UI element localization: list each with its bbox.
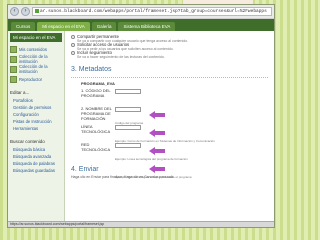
folder-icon: [10, 55, 17, 63]
lock-icon: [35, 8, 39, 13]
url-input[interactable]: ar.sunos.blackboard.com/webapps/portal/f…: [32, 7, 272, 16]
back-button[interactable]: ‹: [10, 7, 19, 16]
folder-icon: [10, 45, 17, 53]
sidebar-link-busqueda-basica[interactable]: Búsqueda básica: [10, 147, 62, 154]
sidebar-link-portafolios[interactable]: Portafolios: [10, 98, 62, 105]
field-note: Código del programa: [115, 121, 144, 125]
pointer-arrow-icon: [149, 129, 165, 137]
browser-window: ‹ › ar.sunos.blackboard.com/webapps/port…: [7, 4, 275, 228]
option-compartir[interactable]: Compartir permanente Se va a compartir co…: [71, 34, 268, 43]
folder-icon: [10, 65, 17, 73]
sidebar-link-herramientas[interactable]: Herramientas: [10, 126, 62, 133]
sidebar-item-coleccion-1[interactable]: Colección de la institución: [10, 54, 62, 64]
tab-biblioteca[interactable]: Sistema Biblioteca EVA: [118, 22, 176, 31]
codigo-input[interactable]: [115, 89, 141, 94]
field-nombre: 2. NOMBRE DEL PROGRAMA DE FORMACIÓN: [81, 106, 268, 124]
sidebar-item-label: Colección de la institución: [19, 54, 48, 64]
sidebar-link-permisos[interactable]: Gestión de permisos: [10, 105, 62, 112]
field-label: 2. NOMBRE DEL PROGRAMA DE FORMACIÓN: [81, 106, 112, 121]
sidebar-section-editar[interactable]: Editar a...: [10, 90, 62, 98]
tab-cursos[interactable]: Cursos: [11, 22, 36, 31]
address-bar: ‹ › ar.sunos.blackboard.com/webapps/port…: [8, 5, 274, 19]
sidebar-item-reproductor[interactable]: Reproductor: [10, 74, 62, 84]
url-text: ar.sunos.blackboard.com/webapps/portal/f…: [40, 9, 267, 14]
metadata-heading: PROGRAMA_EVA: [81, 81, 115, 86]
option-description: Se va a hacer seguimiento de las lectura…: [77, 55, 165, 59]
field-note: Ejemplo: Línea tecnológica del programa …: [115, 157, 188, 161]
page-content: Mi espacio en el EVA Mis contenidos Cole…: [8, 31, 274, 227]
sidebar-item-mis-contenidos[interactable]: Mis contenidos: [10, 44, 62, 54]
field-label: RED TECNOLÓGICA: [81, 142, 111, 152]
sidebar-link-busqueda-palabras[interactable]: Búsqueda de palabras: [10, 161, 62, 168]
sidebar-section-buscar[interactable]: Buscar contenido: [10, 139, 62, 147]
sidebar: Mi espacio en el EVA Mis contenidos Cole…: [8, 31, 65, 227]
sidebar-link-busqueda-avanzada[interactable]: Búsqueda avanzada: [10, 154, 62, 161]
field-note: Ejemplo: Curso de Formación en Sistemas …: [115, 139, 215, 143]
nombre-input[interactable]: [115, 107, 141, 112]
sidebar-item-label: Mis contenidos: [19, 46, 47, 52]
field-note: Ejemplo: Red tecnológica a la que perten…: [115, 175, 192, 179]
radio-button[interactable]: [71, 51, 75, 55]
field-codigo: 1. CÓDIGO DEL PROGRAMA: [81, 88, 268, 106]
course-tabs: Cursos Mi espacio en el EVA Galería Sist…: [8, 19, 274, 31]
sidebar-header: Mi espacio en el EVA: [10, 33, 62, 42]
forward-button[interactable]: ›: [21, 7, 30, 16]
option-solicitar[interactable]: Solicitar acceso de usuarios Se va a pedi…: [71, 42, 268, 51]
pointer-arrow-icon: [149, 111, 165, 119]
field-label: LÍNEA TECNOLÓGICA: [81, 124, 111, 134]
sidebar-link-configuracion[interactable]: Configuración: [10, 112, 62, 119]
option-seguimiento[interactable]: Incluir seguimiento Se va a hacer seguimi…: [71, 50, 268, 59]
sidebar-item-coleccion-2[interactable]: Colección de la institución: [10, 64, 62, 74]
pointer-arrow-icon: [149, 147, 165, 155]
step4-title: 4. Enviar: [71, 166, 99, 173]
main-panel: Compartir permanente Se va a compartir co…: [65, 31, 274, 227]
sidebar-item-label: Colección de la institución: [19, 64, 48, 74]
pointer-arrow-icon: [149, 165, 165, 173]
radio-button[interactable]: [71, 35, 75, 39]
red-input[interactable]: [115, 143, 141, 148]
sidebar-link-busquedas-guardadas[interactable]: Búsquedas guardadas: [10, 168, 62, 175]
radio-button[interactable]: [71, 43, 75, 47]
sidebar-item-label: Reproductor: [19, 76, 43, 82]
sidebar-link-pistas[interactable]: Pistas de Instrucción: [10, 119, 62, 126]
field-label: 1. CÓDIGO DEL PROGRAMA: [81, 88, 111, 98]
tab-galeria[interactable]: Galería: [91, 22, 117, 31]
step3-title: 3. Metadatos: [71, 66, 268, 78]
folder-icon: [10, 75, 17, 83]
tab-mi-espacio[interactable]: Mi espacio en el EVA: [37, 22, 90, 31]
status-bar: https://ar.sunos.blackboard.com/webapps/…: [8, 221, 274, 227]
linea-input[interactable]: [115, 125, 141, 130]
